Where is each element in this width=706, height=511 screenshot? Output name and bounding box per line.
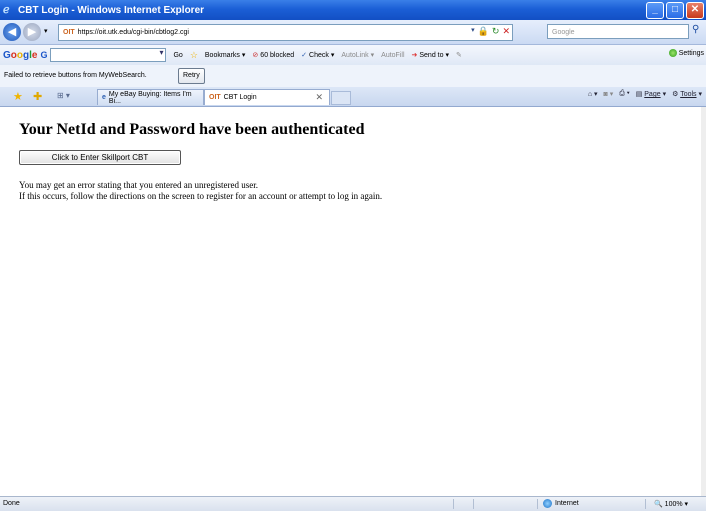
address-icons: ▾ 🔒 ↻ ✕ (471, 26, 510, 37)
oit-favicon-icon: OIT (209, 94, 221, 101)
security-zone[interactable]: Internet (543, 499, 579, 508)
address-dropdown-icon[interactable]: ▾ (471, 26, 475, 37)
send-icon: ➜ (411, 52, 418, 59)
highlight-icon[interactable]: ✎ (456, 51, 462, 59)
tab-label: CBT Login (223, 94, 257, 101)
close-tab-icon[interactable]: ✕ (315, 92, 323, 103)
quick-tabs-icon[interactable]: ⊞ ▾ (57, 91, 70, 100)
address-toolbar: ◀ ▶ ▾ OIT https://oit.utk.edu/cgi-bin/cb… (0, 20, 706, 45)
title-bar: ℯ CBT Login - Windows Internet Explorer … (0, 0, 706, 20)
tab-cbt-login[interactable]: OIT CBT Login ✕ (204, 89, 330, 105)
close-button[interactable]: ✕ (686, 2, 704, 19)
instructions: You may get an error stating that you en… (19, 180, 382, 202)
page-heading: Your NetId and Password have been authen… (19, 121, 365, 138)
popup-blocker-button[interactable]: ⊘ 60 blocked (252, 51, 294, 60)
minimize-button[interactable]: _ (646, 2, 664, 19)
page-menu[interactable]: ▤ Page ▾ (636, 90, 666, 98)
add-favorites-icon[interactable]: ✚ (33, 90, 42, 103)
window-controls: _ □ ✕ (646, 2, 704, 19)
settings-icon (668, 49, 677, 57)
send-to-button[interactable]: ➜ Send to ▾ (411, 51, 450, 60)
tab-bar: ★ ✚ ⊞ ▾ e My eBay Buying: Items I'm Bi..… (0, 87, 706, 107)
abc-check-icon: ✓ (301, 52, 308, 59)
new-tab-button[interactable] (331, 91, 351, 105)
status-divider (453, 499, 454, 509)
settings-button[interactable]: Settings (668, 49, 704, 57)
instruction-line: You may get an error stating that you en… (19, 180, 259, 190)
status-divider (473, 499, 474, 509)
tab-label: My eBay Buying: Items I'm Bi... (108, 90, 192, 105)
scrollbar[interactable] (701, 107, 706, 496)
status-divider (645, 499, 646, 509)
zoom-control[interactable]: 🔍 100% ▾ (654, 500, 688, 508)
status-bar: Done Internet 🔍 100% ▾ (0, 496, 706, 511)
spellcheck-button[interactable]: ✓ Check ▾ (301, 51, 334, 60)
search-input[interactable]: Google (547, 24, 689, 39)
status-divider (537, 499, 538, 509)
bookmarks-button[interactable]: Bookmarks ▾ (205, 51, 246, 60)
message-text: Failed to retrieve buttons from MyWebSea… (4, 72, 147, 79)
back-button[interactable]: ◀ (3, 23, 21, 41)
maximize-button[interactable]: □ (666, 2, 684, 19)
refresh-icon[interactable]: ↻ (492, 26, 500, 37)
lock-icon[interactable]: 🔒 (478, 26, 489, 37)
feeds-icon[interactable]: ◙ ▾ (604, 90, 614, 98)
message-bar: Failed to retrieve buttons from MyWebSea… (0, 65, 706, 88)
go-button[interactable]: Go (173, 52, 182, 59)
autofill-button[interactable]: AutoFill (381, 52, 404, 59)
forward-button[interactable]: ▶ (23, 23, 41, 41)
site-favicon-icon: OIT (63, 29, 75, 36)
command-bar: ⌂ ▾ ◙ ▾ ⎙ ▾ ▤ Page ▾ ⚙ Tools ▾ (588, 90, 702, 98)
google-g-menu[interactable]: G (40, 50, 47, 60)
google-toolbar: Google G Go ☆ Bookmarks▾ ⊘60 blocked ✓Ch… (0, 45, 706, 65)
status-text: Done (3, 500, 20, 507)
retry-button[interactable]: Retry (178, 68, 205, 84)
globe-icon (543, 499, 552, 508)
star-icon[interactable]: ☆ (190, 50, 198, 61)
google-search-field[interactable] (50, 48, 167, 62)
autolink-button[interactable]: AutoLink ▾ (341, 51, 374, 60)
stop-icon[interactable]: ✕ (502, 26, 510, 37)
favorites-star-icon[interactable]: ★ (13, 90, 23, 103)
window-title: CBT Login - Windows Internet Explorer (18, 4, 205, 16)
address-field[interactable]: OIT https://oit.utk.edu/cgi-bin/cbtlog2.… (58, 24, 513, 41)
ie-page-icon: e (102, 94, 106, 101)
google-logo[interactable]: Google (3, 50, 37, 61)
tab-ebay[interactable]: e My eBay Buying: Items I'm Bi... (97, 89, 204, 105)
ie-logo-icon: ℯ (3, 4, 10, 16)
enter-skillport-button[interactable]: Click to Enter Skillport CBT (19, 150, 181, 165)
zone-label: Internet (555, 500, 579, 507)
url-text: https://oit.utk.edu/cgi-bin/cbtlog2.cgi (77, 29, 189, 36)
page-content: Your NetId and Password have been authen… (0, 107, 706, 496)
blocker-icon: ⊘ (252, 52, 259, 59)
recent-pages-dropdown-icon[interactable]: ▾ (44, 27, 48, 35)
tools-menu[interactable]: ⚙ Tools ▾ (672, 90, 702, 98)
search-icon[interactable]: ⚲ (692, 24, 699, 35)
instruction-line: If this occurs, follow the directions on… (19, 191, 383, 201)
print-icon[interactable]: ⎙ ▾ (619, 90, 630, 98)
home-icon[interactable]: ⌂ ▾ (588, 90, 598, 98)
